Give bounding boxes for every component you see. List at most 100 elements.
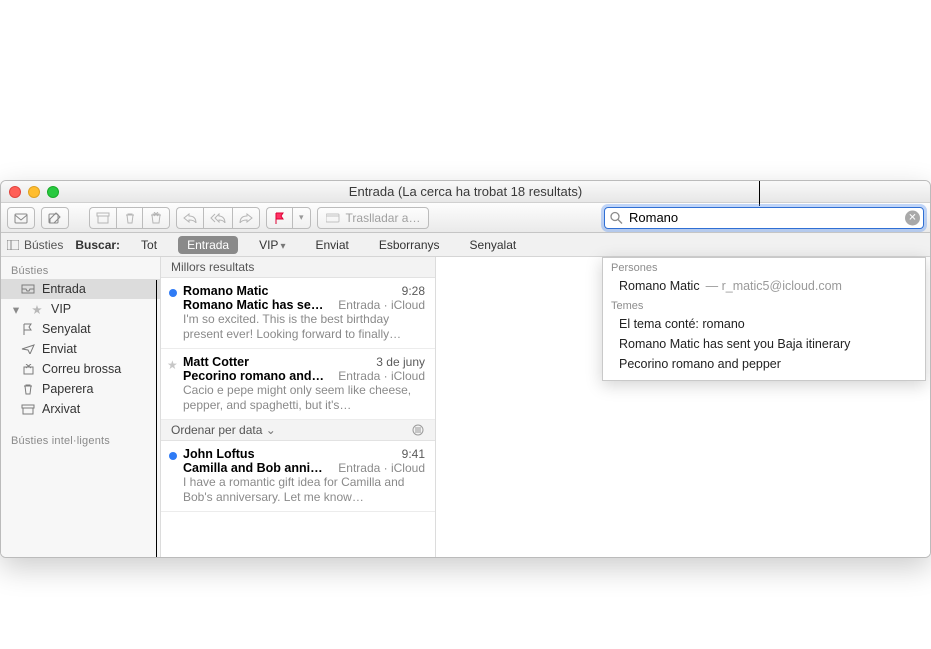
search-icon <box>610 211 623 224</box>
window-controls <box>9 186 59 198</box>
suggestion-person[interactable]: Romano Matic — r_matic5@icloud.com <box>603 276 925 296</box>
suggestion-person-name: Romano Matic <box>619 279 700 293</box>
compose-button[interactable] <box>41 207 69 229</box>
sidebar-item-vip[interactable]: ▾ ★ VIP <box>1 299 160 319</box>
mail-window: Entrada (La cerca ha trobat 18 resultats… <box>0 180 931 558</box>
sidebar-item-label: Senyalat <box>42 322 91 336</box>
scope-vip[interactable]: VIP <box>250 236 294 254</box>
unread-indicator <box>169 289 177 297</box>
sidebar-item-sent[interactable]: Enviat <box>1 339 160 359</box>
filter-button[interactable] <box>411 424 425 436</box>
vip-star-icon: ★ <box>167 358 178 372</box>
sidebar-section-mailboxes: Bústies <box>1 259 160 279</box>
top-hits-label: Millors resultats <box>171 260 254 274</box>
minimize-window-button[interactable] <box>28 186 40 198</box>
titlebar: Entrada (La cerca ha trobat 18 resultats… <box>1 181 930 203</box>
sidebar-item-junk[interactable]: Correu brossa <box>1 359 160 379</box>
flag-button[interactable] <box>266 207 292 229</box>
message-sender: John Loftus <box>183 447 255 461</box>
message-row[interactable]: ★ Matt Cotter 3 de juny Pecorino romano … <box>161 349 435 420</box>
message-list-sort-bar: Ordenar per data <box>161 420 435 441</box>
zoom-window-button[interactable] <box>47 186 59 198</box>
sidebar-item-trash[interactable]: Paperera <box>1 379 160 399</box>
leader-line <box>283 180 284 181</box>
flag-icon <box>21 322 35 336</box>
sidebar-item-inbox[interactable]: Entrada <box>1 279 160 299</box>
junk-icon <box>21 362 35 376</box>
suggestion-topic[interactable]: Romano Matic has sent you Baja itinerary <box>603 334 925 354</box>
move-icon <box>326 212 340 223</box>
mailboxes-toggle-button[interactable]: Bústies <box>7 238 63 252</box>
get-mail-button[interactable] <box>7 207 35 229</box>
toolbar: ▾ Traslladar a… ✕ <box>1 203 930 233</box>
message-preview: Cacio e pepe might only seem like cheese… <box>183 383 425 413</box>
message-time: 9:28 <box>402 284 425 298</box>
scope-drafts[interactable]: Esborranys <box>370 236 449 254</box>
close-window-button[interactable] <box>9 186 21 198</box>
forward-button[interactable] <box>232 207 260 229</box>
search-suggestions-popup: Persones Romano Matic — r_matic5@icloud.… <box>602 257 926 381</box>
message-time: 9:41 <box>402 447 425 461</box>
trash-button[interactable] <box>116 207 142 229</box>
suggestions-topics-header: Temes <box>603 296 925 314</box>
clear-search-button[interactable]: ✕ <box>905 210 920 225</box>
sidebar-item-label: VIP <box>51 302 71 316</box>
trash-icon <box>21 382 35 396</box>
sent-icon <box>21 342 35 356</box>
scope-flagged[interactable]: Senyalat <box>461 236 526 254</box>
message-folder: Entrada · iCloud <box>338 461 425 475</box>
window-body: Bústies Entrada ▾ ★ VIP Senyalat <box>1 257 930 557</box>
message-subject: Pecorino romano and… <box>183 369 324 383</box>
scope-all[interactable]: Tot <box>132 236 166 254</box>
message-row[interactable]: Romano Matic 9:28 Romano Matic has se… E… <box>161 278 435 349</box>
move-to-field[interactable]: Traslladar a… <box>317 207 430 229</box>
reply-group <box>176 207 260 229</box>
sidebar-item-archive[interactable]: Arxivat <box>1 399 160 419</box>
search-scope-label: Buscar: <box>75 238 120 252</box>
inbox-icon <box>21 282 35 296</box>
message-preview: I have a romantic gift idea for Camilla … <box>183 475 425 505</box>
flag-menu-button[interactable]: ▾ <box>292 207 311 229</box>
disclose-icon: ▾ <box>9 302 23 316</box>
message-row[interactable]: John Loftus 9:41 Camilla and Bob anni… E… <box>161 441 435 512</box>
message-preview: I'm so excited. This is the best birthda… <box>183 312 425 342</box>
leader-line <box>156 280 157 558</box>
message-subject: Romano Matic has se… <box>183 298 323 312</box>
reply-all-button[interactable] <box>203 207 232 229</box>
sidebar-item-label: Correu brossa <box>42 362 121 376</box>
sort-button[interactable]: Ordenar per data <box>171 423 276 437</box>
message-list: Millors resultats Romano Matic 9:28 Roma… <box>161 257 436 557</box>
message-sender: Romano Matic <box>183 284 268 298</box>
suggestion-topic-text: Romano Matic has sent you Baja itinerary <box>619 337 850 351</box>
message-time: 3 de juny <box>376 355 425 369</box>
sidebar-item-label: Arxivat <box>42 402 80 416</box>
suggestion-topic[interactable]: Pecorino romano and pepper <box>603 354 925 374</box>
sidebar-section-smart: Bústies intel·ligents <box>1 429 160 449</box>
unread-indicator <box>169 452 177 460</box>
flag-group: ▾ <box>266 207 311 229</box>
sidebar-item-flagged[interactable]: Senyalat <box>1 319 160 339</box>
suggestion-topic-text: Pecorino romano and pepper <box>619 357 781 371</box>
message-subject: Camilla and Bob anni… <box>183 461 323 475</box>
sidebar-item-label: Enviat <box>42 342 77 356</box>
sidebar-item-label: Entrada <box>42 282 86 296</box>
archive-junk-trash-group <box>89 207 170 229</box>
junk-button[interactable] <box>142 207 170 229</box>
mailboxes-toggle-label: Bústies <box>24 238 63 252</box>
scope-bar: Bústies Buscar: Tot Entrada VIP Enviat E… <box>1 233 930 257</box>
preview-pane: Persones Romano Matic — r_matic5@icloud.… <box>436 257 930 557</box>
archive-button[interactable] <box>89 207 116 229</box>
suggestions-people-header: Persones <box>603 258 925 276</box>
reply-button[interactable] <box>176 207 203 229</box>
sidebar: Bústies Entrada ▾ ★ VIP Senyalat <box>1 257 161 557</box>
star-icon: ★ <box>30 302 44 316</box>
move-to-placeholder: Traslladar a… <box>346 211 421 225</box>
search-input[interactable] <box>604 207 924 229</box>
scope-sent[interactable]: Enviat <box>306 236 357 254</box>
message-list-header-top-hits: Millors resultats <box>161 257 435 278</box>
archive-icon <box>21 402 35 416</box>
message-folder: Entrada · iCloud <box>338 298 425 312</box>
search-field-wrap: ✕ <box>604 207 924 229</box>
scope-inbox[interactable]: Entrada <box>178 236 238 254</box>
suggestion-topic[interactable]: El tema conté: romano <box>603 314 925 334</box>
